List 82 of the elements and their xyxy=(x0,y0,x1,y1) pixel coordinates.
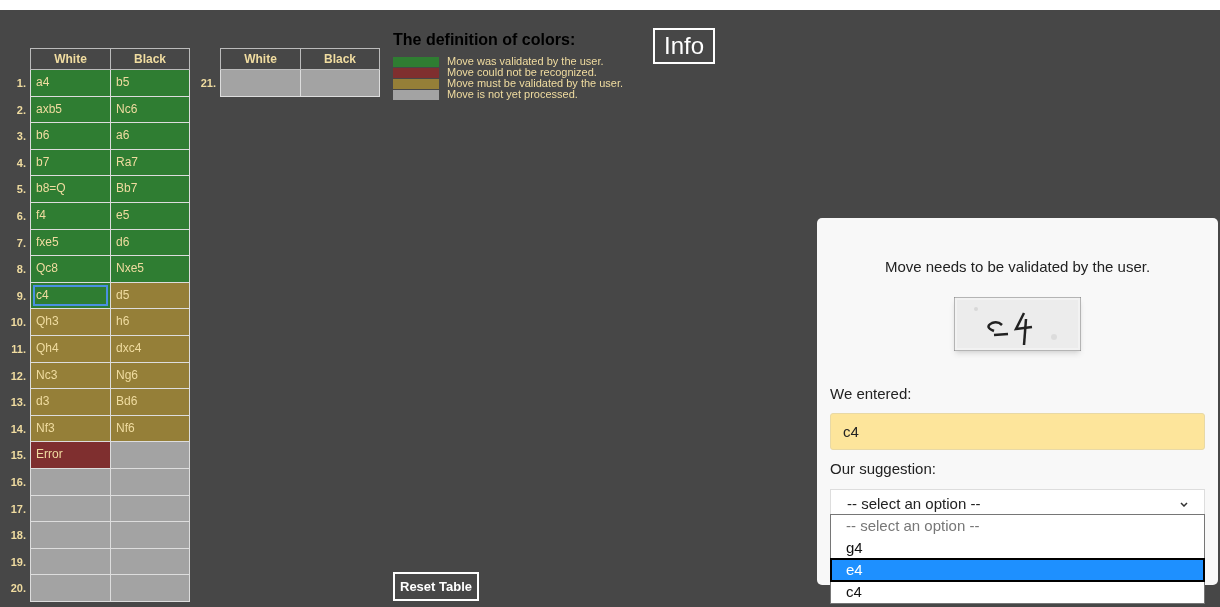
field-label: We entered: xyxy=(830,383,913,404)
move-cell[interactable]: Nf3 xyxy=(31,415,110,442)
move-cell[interactable] xyxy=(110,548,189,575)
move-cell[interactable]: h6 xyxy=(110,309,189,335)
move-cell[interactable]: b6 xyxy=(31,123,110,149)
move-cell[interactable]: f4 xyxy=(31,202,110,229)
move-cell[interactable] xyxy=(110,468,189,495)
row-number: 10. xyxy=(9,315,27,331)
move-cell[interactable]: Nc6 xyxy=(110,96,189,123)
move-cell[interactable]: Ng6 xyxy=(110,362,189,389)
row-number: 6. xyxy=(15,209,27,224)
move-cell[interactable]: e5 xyxy=(110,202,189,229)
row-number: 16. xyxy=(9,474,27,490)
entered-move-field[interactable]: c4 xyxy=(830,413,1205,450)
move-cell[interactable]: Nf6 xyxy=(110,415,189,442)
caret-icon xyxy=(1180,502,1188,507)
move-cell[interactable]: Nxe5 xyxy=(110,256,189,282)
legend-title: The definition of colors: xyxy=(393,30,577,50)
row-number: 15. xyxy=(9,448,27,464)
legend-label: Move must be validated by the user. xyxy=(447,78,624,89)
move-cell[interactable]: b5 xyxy=(110,70,189,96)
move-cell[interactable]: fxe5 xyxy=(31,229,110,256)
column-header: Black xyxy=(300,49,379,69)
move-cell[interactable] xyxy=(31,495,110,522)
move-cell[interactable]: a6 xyxy=(110,123,189,149)
row-number: 9. xyxy=(15,288,27,304)
info-button[interactable]: Info xyxy=(653,28,716,64)
row-number: 21. xyxy=(199,76,217,92)
row-number: 14. xyxy=(9,421,27,437)
move-cell[interactable] xyxy=(221,70,300,96)
row-number: 4. xyxy=(15,155,27,171)
dropdown-option[interactable]: e4 xyxy=(831,559,1204,581)
move-cell[interactable] xyxy=(110,522,189,548)
row-number: 3. xyxy=(15,129,27,145)
move-cell[interactable]: d3 xyxy=(31,389,110,415)
row-number: 20. xyxy=(9,581,27,597)
row-number: 17. xyxy=(9,501,27,517)
move-cell[interactable]: Qh4 xyxy=(31,335,110,362)
row-number: 19. xyxy=(9,554,27,570)
row-number: 5. xyxy=(15,182,27,198)
column-header: White xyxy=(53,51,88,68)
row-number: 8. xyxy=(15,262,27,278)
move-cell[interactable] xyxy=(31,468,110,495)
legend-label: Move could not be recognized. xyxy=(447,67,597,78)
move-cell[interactable]: Bb7 xyxy=(110,176,189,202)
row-number: 13. xyxy=(9,395,27,411)
move-cell[interactable] xyxy=(110,442,189,468)
move-cell[interactable] xyxy=(110,575,189,601)
move-cell[interactable]: Error xyxy=(31,442,110,468)
column-header: White xyxy=(243,51,278,68)
move-cell[interactable]: b7 xyxy=(31,149,110,176)
row-number: 12. xyxy=(9,368,27,384)
legend-label: Move was validated by the user. xyxy=(447,56,604,67)
row-number: 1. xyxy=(15,76,27,92)
reset-table-button[interactable]: Reset Table xyxy=(393,571,479,601)
row-number: 7. xyxy=(15,235,27,251)
row-number: 18. xyxy=(9,528,27,544)
move-cell[interactable]: Qc8 xyxy=(31,256,110,282)
move-cell[interactable]: d5 xyxy=(110,282,189,309)
move-cell[interactable]: dxc4 xyxy=(110,335,189,362)
move-cell[interactable] xyxy=(300,70,379,96)
dropdown-option[interactable]: c4 xyxy=(831,581,1204,603)
move-cell[interactable]: c4 xyxy=(31,282,110,309)
row-number: 11. xyxy=(10,342,27,357)
move-cell[interactable] xyxy=(110,495,189,522)
move-cell[interactable]: d6 xyxy=(110,229,189,256)
legend-label: Move is not yet processed. xyxy=(447,89,578,100)
move-cell[interactable]: Bd6 xyxy=(110,389,189,415)
move-cell[interactable]: Qh3 xyxy=(31,309,110,335)
move-cell[interactable] xyxy=(31,575,110,601)
move-cell[interactable]: a4 xyxy=(31,70,110,96)
move-cell[interactable]: axb5 xyxy=(31,96,110,123)
move-cell[interactable]: Nc3 xyxy=(31,362,110,389)
validation-message: Move needs to be validated by the user. xyxy=(883,257,1152,277)
column-header: Black xyxy=(110,49,189,69)
dropdown-option[interactable]: g4 xyxy=(831,537,1204,559)
field-label: Our suggestion: xyxy=(830,459,937,479)
move-cell[interactable] xyxy=(31,522,110,548)
move-cell[interactable]: Ra7 xyxy=(110,149,189,176)
row-number: 2. xyxy=(15,102,27,118)
move-cell[interactable] xyxy=(31,548,110,575)
move-cell[interactable]: b8=Q xyxy=(31,176,110,202)
